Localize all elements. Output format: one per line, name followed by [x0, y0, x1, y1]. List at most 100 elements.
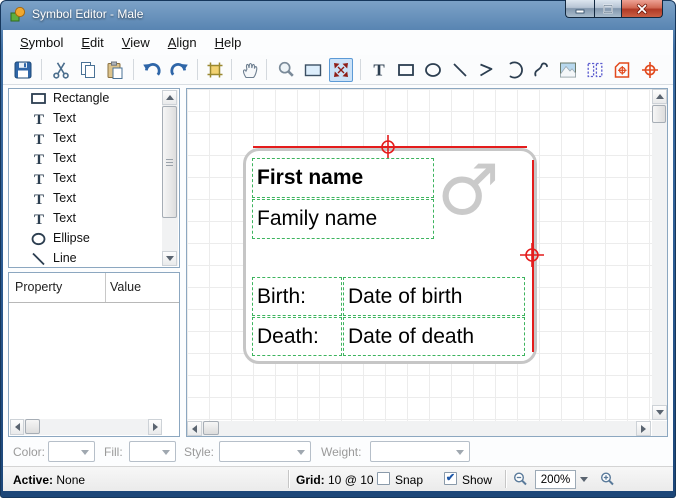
male-gender-symbol[interactable]: ♂	[437, 155, 500, 225]
menu-view[interactable]: View	[113, 32, 159, 53]
ellipse-icon	[29, 230, 49, 248]
image-tool-button[interactable]	[556, 58, 580, 82]
line-icon	[29, 250, 49, 268]
palette-scroll-thumb[interactable]	[162, 106, 177, 218]
copy-button[interactable]	[76, 58, 100, 82]
style-dropdown[interactable]	[219, 441, 311, 462]
text-icon: T	[29, 110, 49, 128]
polyline-tool-button[interactable]	[475, 58, 499, 82]
scroll-right-button[interactable]	[148, 419, 162, 435]
list-item-line[interactable]: Line	[9, 249, 179, 268]
menu-edit[interactable]: Edit	[72, 32, 112, 53]
save-button[interactable]	[11, 58, 35, 82]
svg-text:T: T	[34, 132, 44, 148]
chevron-down-icon	[162, 450, 170, 455]
property-column-header[interactable]: Property	[15, 280, 62, 294]
scroll-left-button[interactable]	[10, 419, 24, 435]
weight-label: Weight:	[321, 445, 361, 459]
symbol-editor-window: Symbol Editor - Male Symbol Edit View Al…	[0, 0, 676, 498]
list-item-text[interactable]: T Text	[9, 129, 179, 149]
menu-help[interactable]: Help	[206, 32, 251, 53]
color-label: Color:	[13, 445, 45, 459]
scroll-up-arrow	[166, 95, 174, 100]
text-icon: T	[29, 130, 49, 148]
menu-align[interactable]: Align	[159, 32, 206, 53]
canvas-hscrollbar[interactable]	[187, 421, 651, 436]
zoom-level-dropdown-button[interactable]	[575, 470, 592, 489]
show-checkbox[interactable]: ✔	[444, 472, 457, 485]
list-item-text[interactable]: T Text	[9, 209, 179, 229]
property-hscrollbar[interactable]	[10, 419, 162, 435]
scroll-up-button[interactable]	[162, 90, 177, 105]
line-tool-button[interactable]	[448, 58, 472, 82]
redo-button[interactable]	[167, 58, 191, 82]
zoom-level-value[interactable]: 200%	[535, 470, 576, 489]
list-item-text[interactable]: T Text	[9, 149, 179, 169]
list-item-text[interactable]: T Text	[9, 189, 179, 209]
crosshair-icon	[640, 60, 660, 80]
scroll-down-button[interactable]	[652, 405, 667, 420]
weight-dropdown[interactable]	[370, 441, 470, 462]
minimize-button[interactable]	[565, 0, 594, 18]
scroll-right-arrow	[641, 425, 646, 433]
text-tool-button[interactable]: T	[367, 58, 391, 82]
crosshair-button[interactable]	[638, 58, 662, 82]
first-name-textbox[interactable]: First name	[252, 158, 434, 198]
death-label-textbox[interactable]: Death:	[252, 317, 342, 356]
menu-symbol[interactable]: Symbol	[11, 32, 72, 53]
chevron-down-icon	[580, 477, 588, 482]
scroll-down-button[interactable]	[162, 251, 177, 266]
list-item-text[interactable]: T Text	[9, 109, 179, 129]
show-label: Show	[462, 473, 492, 487]
close-button[interactable]	[622, 0, 663, 18]
paste-button[interactable]	[103, 58, 127, 82]
ellipse-tool-button[interactable]	[421, 58, 445, 82]
pan-button[interactable]	[238, 58, 262, 82]
list-item-ellipse[interactable]: Ellipse	[9, 229, 179, 249]
birth-value-textbox[interactable]: Date of birth	[343, 277, 525, 316]
property-scroll-thumb[interactable]	[25, 419, 40, 434]
grid-button[interactable]	[203, 58, 227, 82]
anchor-crosshair-right[interactable]	[519, 242, 545, 268]
zoom-out-button[interactable]	[512, 471, 529, 488]
color-dropdown[interactable]	[48, 441, 95, 462]
align-markers-button[interactable]	[583, 58, 607, 82]
list-item-text[interactable]: T Text	[9, 169, 179, 189]
fill-label: Fill:	[104, 445, 123, 459]
cut-button[interactable]	[49, 58, 73, 82]
list-item-rectangle[interactable]: Rectangle	[9, 89, 179, 109]
anchor-crosshair-top[interactable]	[375, 134, 401, 160]
hotspot-button[interactable]	[610, 58, 634, 82]
column-divider[interactable]	[105, 273, 106, 302]
toolbar-separator	[197, 59, 198, 80]
scroll-right-arrow	[153, 423, 158, 431]
scroll-up-button[interactable]	[652, 89, 667, 104]
zoom-to-fit-button[interactable]	[329, 58, 353, 82]
curve-tool-icon	[531, 60, 551, 80]
value-column-header[interactable]: Value	[110, 280, 141, 294]
family-name-textbox[interactable]: Family name	[252, 199, 434, 239]
canvas-vscrollbar[interactable]	[652, 89, 667, 420]
rectangle-icon	[29, 90, 49, 108]
canvas-hscroll-thumb[interactable]	[203, 421, 219, 435]
palette-scrollbar[interactable]	[162, 90, 178, 266]
titlebar[interactable]: Symbol Editor - Male	[0, 0, 676, 30]
maximize-button[interactable]	[594, 0, 622, 18]
canvas-vscroll-thumb[interactable]	[652, 105, 666, 123]
snap-checkbox[interactable]	[377, 472, 390, 485]
curve-tool-button[interactable]	[529, 58, 553, 82]
rectangle-tool-button[interactable]	[394, 58, 418, 82]
death-value-textbox[interactable]: Date of death	[343, 317, 525, 356]
undo-button[interactable]	[140, 58, 164, 82]
maximize-icon	[602, 3, 614, 15]
drawing-canvas[interactable]: ♂ First name Family name Birth: Date of …	[187, 89, 652, 421]
zoom-button[interactable]	[274, 58, 298, 82]
scroll-down-arrow	[166, 256, 174, 261]
scroll-right-button[interactable]	[636, 421, 651, 436]
zoom-window-button[interactable]	[301, 58, 325, 82]
scroll-left-button[interactable]	[187, 421, 202, 436]
arc-tool-button[interactable]	[502, 58, 526, 82]
fill-dropdown[interactable]	[129, 441, 176, 462]
zoom-in-button[interactable]	[599, 471, 616, 488]
birth-label-textbox[interactable]: Birth:	[252, 277, 342, 316]
